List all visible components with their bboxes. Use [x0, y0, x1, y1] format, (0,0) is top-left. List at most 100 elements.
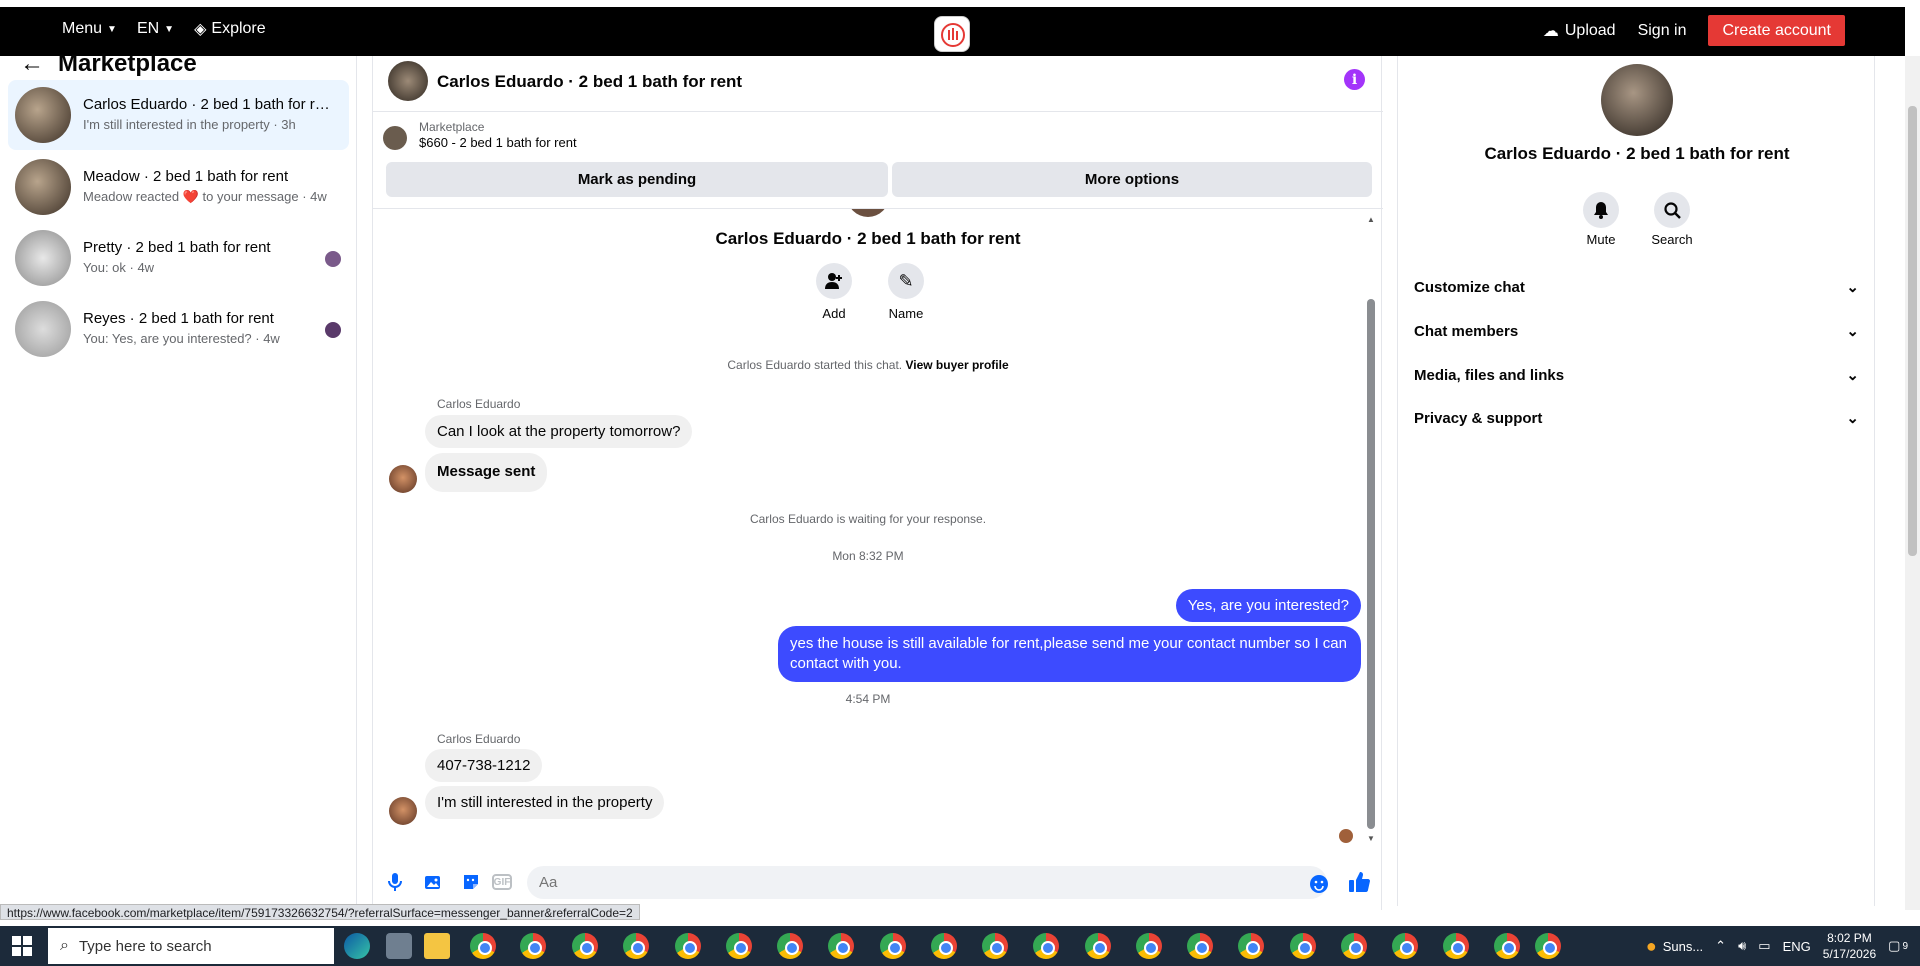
chevron-down-icon: ⌄	[1846, 323, 1859, 340]
conversation-item[interactable]: Carlos Eduardo · 2 bed 1 bath for rent I…	[8, 80, 349, 150]
incoming-message[interactable]: 407-738-1212	[425, 749, 543, 782]
info-icon[interactable]: i	[1344, 69, 1365, 90]
microphone-icon[interactable]	[385, 872, 405, 892]
search-icon: ⌕	[60, 937, 69, 954]
clock-date: 5/17/2026	[1822, 947, 1877, 961]
avatar[interactable]	[388, 61, 428, 101]
search-label: Search	[1651, 232, 1693, 247]
network-icon[interactable]: ▭	[1758, 938, 1770, 954]
name-label: Name	[888, 306, 924, 321]
accordion-customize-chat[interactable]: Customize chat ⌄	[1414, 265, 1859, 309]
chrome-icon[interactable]	[1494, 933, 1520, 959]
chrome-icon[interactable]	[1136, 933, 1162, 959]
message-list[interactable]: Carlos Eduardo · 2 bed 1 bath for rent A…	[373, 208, 1383, 848]
chrome-icon[interactable]	[623, 933, 649, 959]
scroll-down-icon[interactable]: ▼	[1367, 834, 1375, 843]
thumbs-up-icon[interactable]	[1347, 870, 1371, 894]
page-scrollbar[interactable]	[1905, 56, 1920, 910]
chrome-icon[interactable]	[982, 933, 1008, 959]
chrome-icon[interactable]	[1238, 933, 1264, 959]
chrome-icon[interactable]	[1187, 933, 1213, 959]
gif-icon[interactable]: GIF	[492, 874, 512, 890]
explore-button[interactable]: ◈ Explore	[194, 19, 266, 39]
scrollbar-thumb[interactable]	[1367, 299, 1375, 829]
emoji-icon[interactable]	[1309, 874, 1329, 894]
seen-avatar	[325, 251, 341, 267]
sticker-icon[interactable]	[461, 872, 481, 892]
chrome-icon[interactable]	[1392, 933, 1418, 959]
add-person-icon	[825, 273, 842, 289]
chrome-icon[interactable]	[1443, 933, 1469, 959]
sign-in-link[interactable]: Sign in	[1638, 22, 1687, 40]
intro-avatar	[847, 209, 889, 217]
conversation-item[interactable]: Reyes · 2 bed 1 bath for rent You: Yes, …	[8, 294, 349, 364]
create-account-button[interactable]: Create account	[1708, 15, 1845, 46]
outgoing-message[interactable]: Yes, are you interested?	[1175, 589, 1361, 622]
chrome-icon[interactable]	[828, 933, 854, 959]
file-explorer-icon[interactable]	[424, 933, 450, 959]
message-input[interactable]	[527, 866, 1327, 899]
more-options-button[interactable]: More options	[892, 162, 1372, 197]
edit-name-button[interactable]: ✎	[888, 263, 924, 299]
outgoing-message[interactable]: yes the house is still available for ren…	[778, 626, 1361, 682]
upload-label: Upload	[1564, 21, 1616, 39]
chrome-icon[interactable]	[470, 933, 496, 959]
incoming-message[interactable]: Message sent	[425, 453, 548, 492]
edge-icon[interactable]	[344, 933, 370, 959]
conversation-item[interactable]: Meadow · 2 bed 1 bath for rent Meadow re…	[8, 152, 349, 222]
chrome-icon[interactable]	[777, 933, 803, 959]
chrome-icon[interactable]	[931, 933, 957, 959]
notifications-button[interactable]: ▢ 9	[1888, 938, 1908, 954]
profile-avatar[interactable]	[1601, 64, 1673, 136]
accordion-privacy-support[interactable]: Privacy & support ⌄	[1414, 396, 1859, 440]
chrome-icon[interactable]	[1535, 933, 1561, 959]
accordion-chat-members[interactable]: Chat members ⌄	[1414, 309, 1859, 353]
input-language[interactable]: ENG	[1783, 939, 1811, 954]
listing-thumbnail	[383, 126, 407, 150]
chrome-icon[interactable]	[726, 933, 752, 959]
weather-widget[interactable]: ● Suns...	[1646, 936, 1703, 957]
menu-dropdown[interactable]: Menu ▼	[62, 20, 117, 38]
chrome-icon[interactable]	[1341, 933, 1367, 959]
chrome-icon[interactable]	[1085, 933, 1111, 959]
chevron-down-icon: ⌄	[1846, 410, 1859, 427]
view-buyer-profile-link[interactable]: View buyer profile	[905, 358, 1008, 372]
search-button[interactable]	[1654, 192, 1690, 228]
chat-title[interactable]: Carlos Eduardo · 2 bed 1 bath for rent	[437, 72, 742, 92]
mark-as-pending-button[interactable]: Mark as pending	[386, 162, 888, 197]
chevron-down-icon: ▼	[107, 23, 117, 35]
language-dropdown[interactable]: EN ▼	[137, 20, 174, 38]
message-composer: GIF	[373, 854, 1383, 910]
timestamp: Mon 8:32 PM	[832, 549, 904, 563]
chrome-icon[interactable]	[880, 933, 906, 959]
search-icon	[1663, 201, 1681, 219]
upload-button[interactable]: ☁ Upload	[1543, 21, 1616, 41]
app-icon[interactable]	[386, 933, 412, 959]
accordion-media-files-links[interactable]: Media, files and links ⌄	[1414, 353, 1859, 397]
incoming-message[interactable]: I'm still interested in the property	[425, 786, 665, 819]
conversation-preview: Meadow reacted ❤️ to your message · 4w	[83, 189, 327, 204]
mute-label: Mute	[1586, 232, 1616, 247]
explore-label: Explore	[211, 20, 266, 37]
conversation-item[interactable]: Pretty · 2 bed 1 bath for rent You: ok ·…	[8, 223, 349, 293]
taskbar-clock[interactable]: 8:02 PM 5/17/2026	[1823, 930, 1876, 962]
windows-start-icon[interactable]	[12, 936, 32, 956]
scrollbar-thumb[interactable]	[1908, 106, 1917, 556]
conversation-title: Carlos Eduardo · 2 bed 1 bath for rent	[83, 96, 333, 113]
chrome-icon[interactable]	[1290, 933, 1316, 959]
add-people-button[interactable]	[816, 263, 852, 299]
message-scrollbar[interactable]: ▲ ▼	[1367, 215, 1375, 843]
volume-icon[interactable]: 🔊︎	[1738, 938, 1746, 954]
chrome-icon[interactable]	[675, 933, 701, 959]
scroll-up-icon[interactable]: ▲	[1367, 215, 1375, 224]
incoming-message[interactable]: Can I look at the property tomorrow?	[425, 415, 693, 448]
mute-button[interactable]	[1583, 192, 1619, 228]
chrome-icon[interactable]	[520, 933, 546, 959]
chrome-icon[interactable]	[1033, 933, 1059, 959]
taskbar-search[interactable]: ⌕ Type here to search	[48, 928, 334, 964]
chrome-icon[interactable]	[572, 933, 598, 959]
chevron-up-icon[interactable]: ⌃	[1715, 938, 1726, 954]
site-logo[interactable]	[934, 16, 970, 52]
photo-icon[interactable]	[423, 872, 443, 892]
back-arrow-icon[interactable]: ←	[20, 50, 44, 78]
